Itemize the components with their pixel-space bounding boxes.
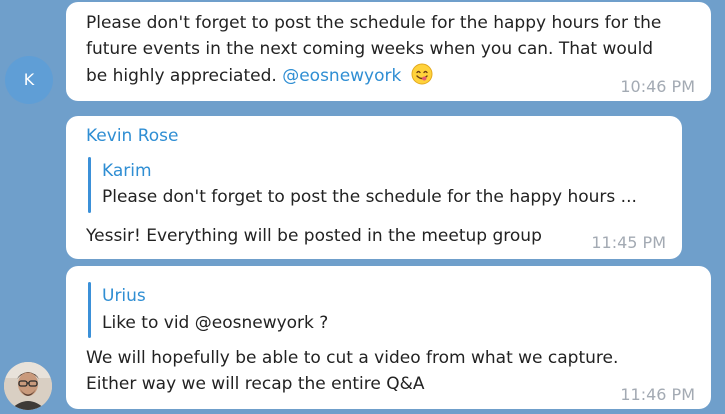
message-text: be highly appreciated. (86, 66, 277, 86)
message-time: 11:46 PM (620, 385, 695, 404)
message-time: 10:46 PM (620, 77, 695, 96)
reply-text[interactable]: Like to vid @eosnewyork ? (102, 313, 328, 333)
avatar[interactable]: K (5, 56, 53, 104)
reply-author[interactable]: Karim (102, 161, 152, 181)
message-bubble[interactable]: Please don't forget to post the schedule… (66, 2, 711, 101)
reply-quote-bar (88, 157, 91, 213)
message-text-line: Yessir! Everything will be posted in the… (86, 226, 542, 246)
user-photo-avatar-icon[interactable] (4, 362, 52, 410)
avatar-letter: K (23, 70, 35, 89)
message-text-line: Please don't forget to post the schedule… (86, 13, 662, 33)
avatar-image (4, 362, 52, 410)
message-text-line: We will hopefully be able to cut a video… (86, 348, 619, 368)
message-text-line-with-mention: be highly appreciated. @eosnewyork (86, 63, 433, 90)
reply-quote-bar (88, 282, 91, 338)
reply-text[interactable]: Please don't forget to post the schedule… (102, 187, 637, 207)
message-time: 11:45 PM (591, 233, 666, 252)
message-text-line: Either way we will recap the entire Q&A (86, 374, 425, 394)
message-bubble[interactable]: Kevin Rose Karim Please don't forget to … (66, 116, 682, 259)
mention-link[interactable]: @eosnewyork (282, 66, 401, 86)
message-bubble[interactable]: Urius Like to vid @eosnewyork ? We will … (66, 266, 711, 409)
reply-author[interactable]: Urius (102, 286, 146, 306)
sender-name[interactable]: Kevin Rose (86, 126, 179, 146)
face-savoring-food-emoji-icon (411, 63, 433, 85)
message-text-line: future events in the next coming weeks w… (86, 39, 654, 59)
